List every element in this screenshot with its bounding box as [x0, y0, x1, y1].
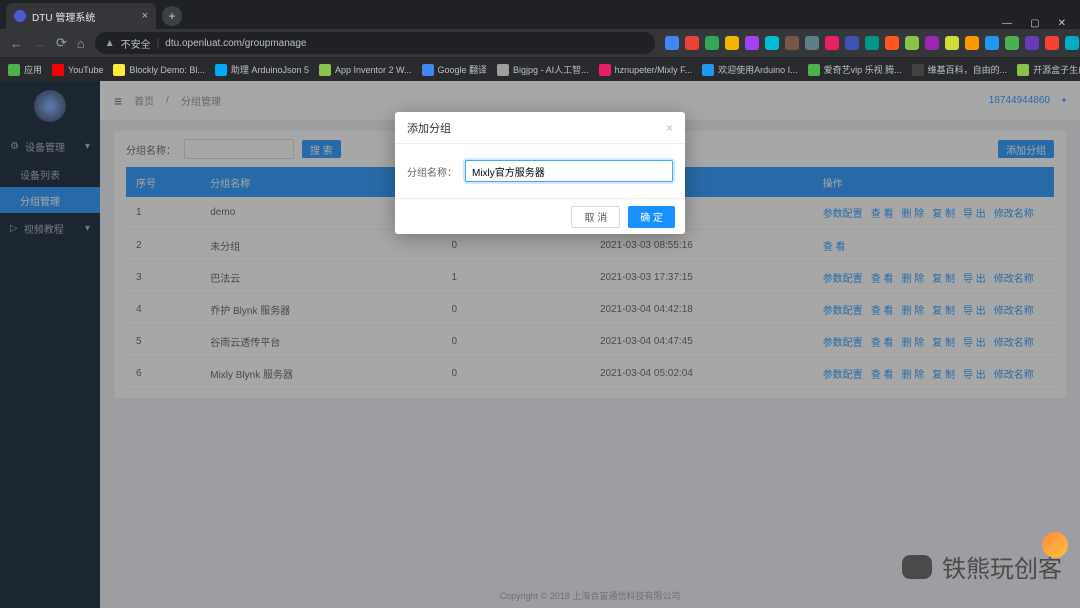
new-tab-button[interactable]: + [162, 6, 182, 26]
extension-icon[interactable] [685, 36, 699, 50]
maximize-button[interactable]: ▢ [1030, 18, 1039, 29]
modal-title: 添加分组 [407, 120, 451, 136]
extension-icon[interactable] [1025, 36, 1039, 50]
wechat-icon [902, 555, 932, 579]
extension-icon[interactable] [1005, 36, 1019, 50]
modal-field-label: 分组名称： [407, 164, 457, 179]
bookmark-item[interactable]: 应用 [8, 63, 42, 76]
modal-close-icon[interactable]: × [666, 121, 673, 135]
bookmark-item[interactable]: App Inventor 2 W... [319, 63, 412, 76]
security-warning-icon: ▲ [105, 38, 115, 49]
favicon [14, 10, 26, 22]
ok-button[interactable]: 确 定 [628, 206, 675, 228]
extension-icon[interactable] [1065, 36, 1079, 50]
add-group-modal: 添加分组 × 分组名称： 取 消 确 定 [395, 112, 685, 234]
window-controls: — ▢ ✕ [1002, 12, 1080, 29]
extension-icon[interactable] [965, 36, 979, 50]
cancel-button[interactable]: 取 消 [571, 206, 620, 228]
watermark: 铁熊玩创客 [902, 549, 1062, 584]
extensions-row [665, 36, 1080, 50]
extension-icon[interactable] [665, 36, 679, 50]
tab-title: DTU 管理系统 [32, 9, 95, 24]
minimize-button[interactable]: — [1002, 18, 1012, 29]
extension-icon[interactable] [985, 36, 999, 50]
bookmark-item[interactable]: 爱奇艺vip 乐视 腾... [808, 63, 902, 76]
bookmark-item[interactable]: 维基百科，自由的... [912, 63, 1008, 76]
extension-icon[interactable] [905, 36, 919, 50]
bookmark-item[interactable]: 助理 ArduinoJson 5 [215, 63, 309, 76]
address-bar[interactable]: ▲ 不安全 | dtu.openluat.com/groupmanage [95, 32, 655, 54]
extension-icon[interactable] [865, 36, 879, 50]
extension-icon[interactable] [785, 36, 799, 50]
security-text: 不安全 [121, 36, 151, 51]
extension-icon[interactable] [1045, 36, 1059, 50]
reload-button[interactable]: ⟳ [56, 35, 67, 51]
extension-icon[interactable] [845, 36, 859, 50]
extension-icon[interactable] [745, 36, 759, 50]
forward-button: → [33, 36, 46, 51]
home-button[interactable]: ⌂ [77, 36, 85, 51]
group-name-input[interactable] [465, 160, 673, 182]
back-button[interactable]: ← [10, 36, 23, 51]
bookmark-item[interactable]: 欢迎使用Arduino I... [702, 63, 798, 76]
bookmark-item[interactable]: Blockly Demo: Bl... [113, 63, 205, 76]
bookmark-item[interactable]: YouTube [52, 63, 103, 76]
close-tab-icon[interactable]: × [142, 10, 148, 22]
bookmark-item[interactable]: Bigjpg - AI人工智... [497, 63, 589, 76]
close-window-button[interactable]: ✕ [1058, 18, 1066, 29]
browser-tab[interactable]: DTU 管理系统 × [6, 3, 156, 29]
extension-icon[interactable] [925, 36, 939, 50]
bookmarks-bar: 应用 YouTube Blockly Demo: Bl... 助理 ArduinoJs… [0, 57, 1080, 81]
bookmark-item[interactable]: Google 翻译 [422, 63, 488, 76]
extension-icon[interactable] [725, 36, 739, 50]
address-row: ← → ⟳ ⌂ ▲ 不安全 | dtu.openluat.com/groupma… [0, 29, 1080, 57]
extension-icon[interactable] [805, 36, 819, 50]
bookmark-item[interactable]: hznupeter/Mixly F... [599, 63, 693, 76]
url-text: dtu.openluat.com/groupmanage [165, 38, 306, 49]
bookmark-item[interactable]: 开源盒子生成器 [1017, 63, 1080, 76]
extension-icon[interactable] [825, 36, 839, 50]
extension-icon[interactable] [885, 36, 899, 50]
browser-tab-strip: DTU 管理系统 × + — ▢ ✕ [0, 0, 1080, 29]
extension-icon[interactable] [945, 36, 959, 50]
extension-icon[interactable] [765, 36, 779, 50]
extension-icon[interactable] [705, 36, 719, 50]
